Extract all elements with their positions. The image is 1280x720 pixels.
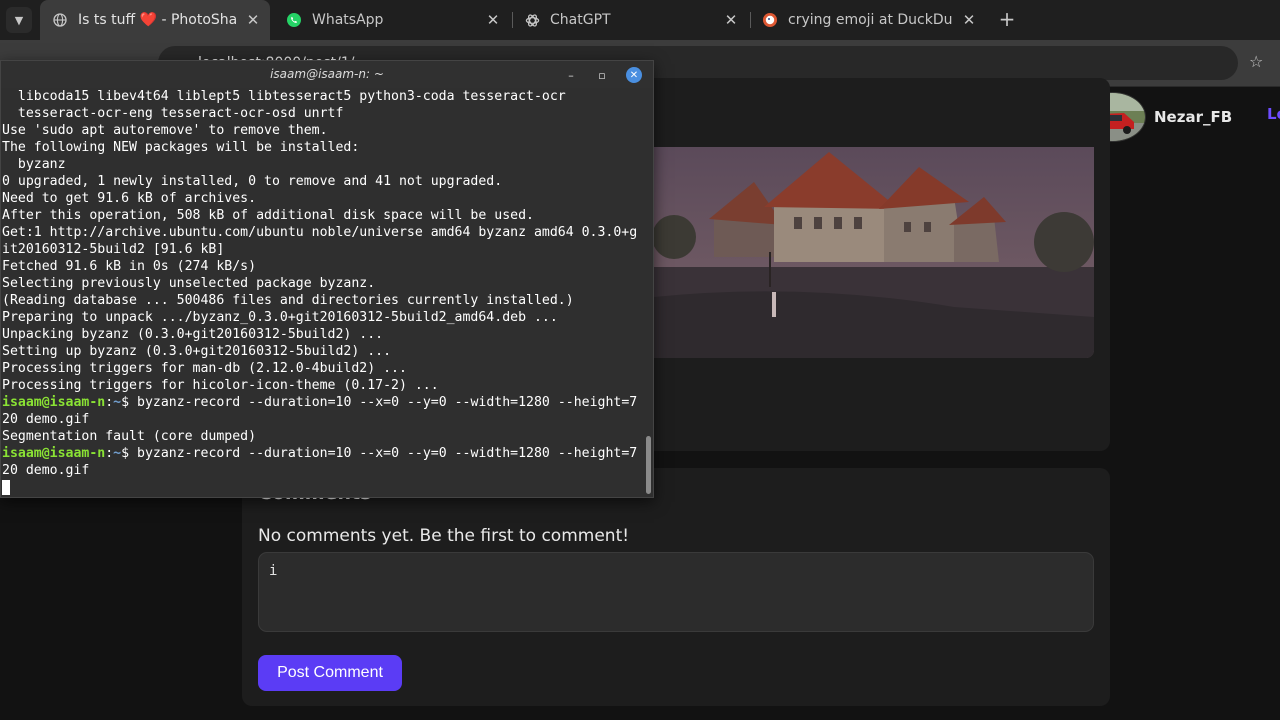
close-icon[interactable]: ✕ xyxy=(244,11,262,29)
comments-card: Comments No comments yet. Be the first t… xyxy=(242,468,1110,706)
close-icon[interactable]: ✕ xyxy=(960,11,978,29)
terminal-line-text: Processing triggers for hicolor-icon-the… xyxy=(2,378,439,393)
terminal-line: tesseract-ocr-eng tesseract-ocr-osd unrt… xyxy=(2,105,642,122)
terminal-line: 20 demo.gif xyxy=(2,462,642,479)
terminal-line-text: Get:1 http://archive.ubuntu.com/ubuntu n… xyxy=(2,225,638,240)
tab-search-button[interactable]: ▼ xyxy=(6,7,32,33)
tab-photoshare[interactable]: Is ts tuff ❤️ - PhotoShare ✕ xyxy=(40,0,270,40)
terminal-line: Use 'sudo apt autoremove' to remove them… xyxy=(2,122,642,139)
terminal-line-text: byzanz-record --duration=10 --x=0 --y=0 … xyxy=(129,395,638,410)
terminal-line: Processing triggers for man-db (2.12.0-4… xyxy=(2,360,642,377)
tab-chatgpt[interactable]: ChatGPT ✕ xyxy=(512,4,748,36)
username[interactable]: Nezar_FB xyxy=(1154,108,1232,126)
terminal-scrollbar[interactable] xyxy=(646,436,651,494)
terminal-line: isaam@isaam-n:~$ byzanz-record --duratio… xyxy=(2,394,642,411)
post-comment-button[interactable]: Post Comment xyxy=(258,655,402,691)
new-tab-button[interactable]: + xyxy=(996,7,1018,31)
terminal-output[interactable]: libcoda15 libev4t64 liblept5 libtesserac… xyxy=(2,88,642,496)
prompt-colon: : xyxy=(105,395,114,410)
chevron-down-icon: ▼ xyxy=(14,13,24,27)
terminal-line-text: tesseract-ocr-eng tesseract-ocr-osd unrt… xyxy=(2,106,344,121)
terminal-line: Unpacking byzanz (0.3.0+git20160312-5bui… xyxy=(2,326,642,343)
tab-title: crying emoji at DuckDuckGo xyxy=(788,12,952,28)
terminal-line: Processing triggers for hicolor-icon-the… xyxy=(2,377,642,394)
whatsapp-icon xyxy=(286,12,302,28)
terminal-line: (Reading database ... 500486 files and d… xyxy=(2,292,642,309)
comment-input[interactable]: i xyxy=(258,552,1094,632)
terminal-line: libcoda15 libev4t64 liblept5 libtesserac… xyxy=(2,88,642,105)
terminal-line-text: byzanz xyxy=(2,157,66,172)
close-icon[interactable]: ✕ xyxy=(626,67,642,83)
terminal-title: isaam@isaam-n: ~ xyxy=(270,67,384,81)
tab-whatsapp[interactable]: WhatsApp ✕ xyxy=(274,4,510,36)
terminal-cursor xyxy=(2,479,10,495)
prompt-user: isaam@isaam-n xyxy=(2,446,106,461)
prompt-symbol: $ xyxy=(121,446,130,461)
tab-title: WhatsApp xyxy=(312,12,384,28)
terminal-line-text: After this operation, 508 kB of addition… xyxy=(2,208,534,223)
prompt-user: isaam@isaam-n xyxy=(2,395,106,410)
terminal-line: Segmentation fault (core dumped) xyxy=(2,428,642,445)
prompt-path: ~ xyxy=(113,395,122,410)
browser-tab-bar: ▼ Is ts tuff ❤️ - PhotoShare ✕ WhatsApp … xyxy=(0,0,1280,40)
terminal-line: byzanz xyxy=(2,156,642,173)
globe-icon xyxy=(52,12,68,28)
terminal-line: Setting up byzanz (0.3.0+git20160312-5bu… xyxy=(2,343,642,360)
terminal-line-text: Need to get 91.6 kB of archives. xyxy=(2,191,257,206)
terminal-line-text: Preparing to unpack .../byzanz_0.3.0+git… xyxy=(2,310,558,325)
terminal-line-text: Unpacking byzanz (0.3.0+git20160312-5bui… xyxy=(2,327,384,342)
terminal-line-text: Processing triggers for man-db (2.12.0-4… xyxy=(2,361,407,376)
tab-title: ChatGPT xyxy=(550,12,611,28)
terminal-line-text: The following NEW packages will be insta… xyxy=(2,140,360,155)
terminal-line: Fetched 91.6 kB in 0s (274 kB/s) xyxy=(2,258,642,275)
terminal-line-text: Fetched 91.6 kB in 0s (274 kB/s) xyxy=(2,259,257,274)
prompt-symbol: $ xyxy=(121,395,130,410)
terminal-line-text: Use 'sudo apt autoremove' to remove them… xyxy=(2,123,328,138)
chatgpt-icon xyxy=(524,12,540,28)
terminal-line: Need to get 91.6 kB of archives. xyxy=(2,190,642,207)
terminal-line-text: it20160312-5build2 [91.6 kB] xyxy=(2,242,225,257)
terminal-line-text: Segmentation fault (core dumped) xyxy=(2,429,257,444)
maximize-icon[interactable]: ▫ xyxy=(594,67,610,83)
terminal-line-text: Setting up byzanz (0.3.0+git20160312-5bu… xyxy=(2,344,392,359)
terminal-line xyxy=(2,479,642,496)
tab-duckduckgo[interactable]: crying emoji at DuckDuckGo ✕ xyxy=(750,4,986,36)
terminal-titlebar[interactable]: isaam@isaam-n: ~ – ▫ ✕ xyxy=(1,61,653,88)
terminal-line: 0 upgraded, 1 newly installed, 0 to remo… xyxy=(2,173,642,190)
terminal-line-text: 20 demo.gif xyxy=(2,412,90,427)
terminal-line: The following NEW packages will be insta… xyxy=(2,139,642,156)
terminal-line: After this operation, 508 kB of addition… xyxy=(2,207,642,224)
close-icon[interactable]: ✕ xyxy=(484,11,502,29)
prompt-path: ~ xyxy=(113,446,122,461)
nav-link-logout[interactable]: Lo xyxy=(1267,105,1280,123)
no-comments-message: No comments yet. Be the first to comment… xyxy=(258,526,630,546)
terminal-line: Preparing to unpack .../byzanz_0.3.0+git… xyxy=(2,309,642,326)
terminal-window[interactable]: isaam@isaam-n: ~ – ▫ ✕ libcoda15 libev4t… xyxy=(0,60,654,498)
plus-icon: + xyxy=(998,7,1016,31)
tab-title: Is ts tuff ❤️ - PhotoShare xyxy=(78,12,236,28)
minimize-icon[interactable]: – xyxy=(563,67,579,83)
duckduckgo-icon xyxy=(762,12,778,28)
terminal-line-text: 0 upgraded, 1 newly installed, 0 to remo… xyxy=(2,174,503,189)
terminal-line: 20 demo.gif xyxy=(2,411,642,428)
terminal-line: isaam@isaam-n:~$ byzanz-record --duratio… xyxy=(2,445,642,462)
close-icon[interactable]: ✕ xyxy=(722,11,740,29)
post-photo[interactable] xyxy=(654,147,1094,358)
terminal-line-text: 20 demo.gif xyxy=(2,463,90,478)
terminal-line-text: (Reading database ... 500486 files and d… xyxy=(2,293,574,308)
bookmark-star-icon[interactable]: ☆ xyxy=(1249,52,1263,71)
terminal-line: Get:1 http://archive.ubuntu.com/ubuntu n… xyxy=(2,224,642,241)
terminal-line-text: Selecting previously unselected package … xyxy=(2,276,376,291)
terminal-line: it20160312-5build2 [91.6 kB] xyxy=(2,241,642,258)
prompt-colon: : xyxy=(105,446,114,461)
terminal-line-text: byzanz-record --duration=10 --x=0 --y=0 … xyxy=(129,446,638,461)
terminal-line-text: libcoda15 libev4t64 liblept5 libtesserac… xyxy=(2,89,566,104)
terminal-line: Selecting previously unselected package … xyxy=(2,275,642,292)
